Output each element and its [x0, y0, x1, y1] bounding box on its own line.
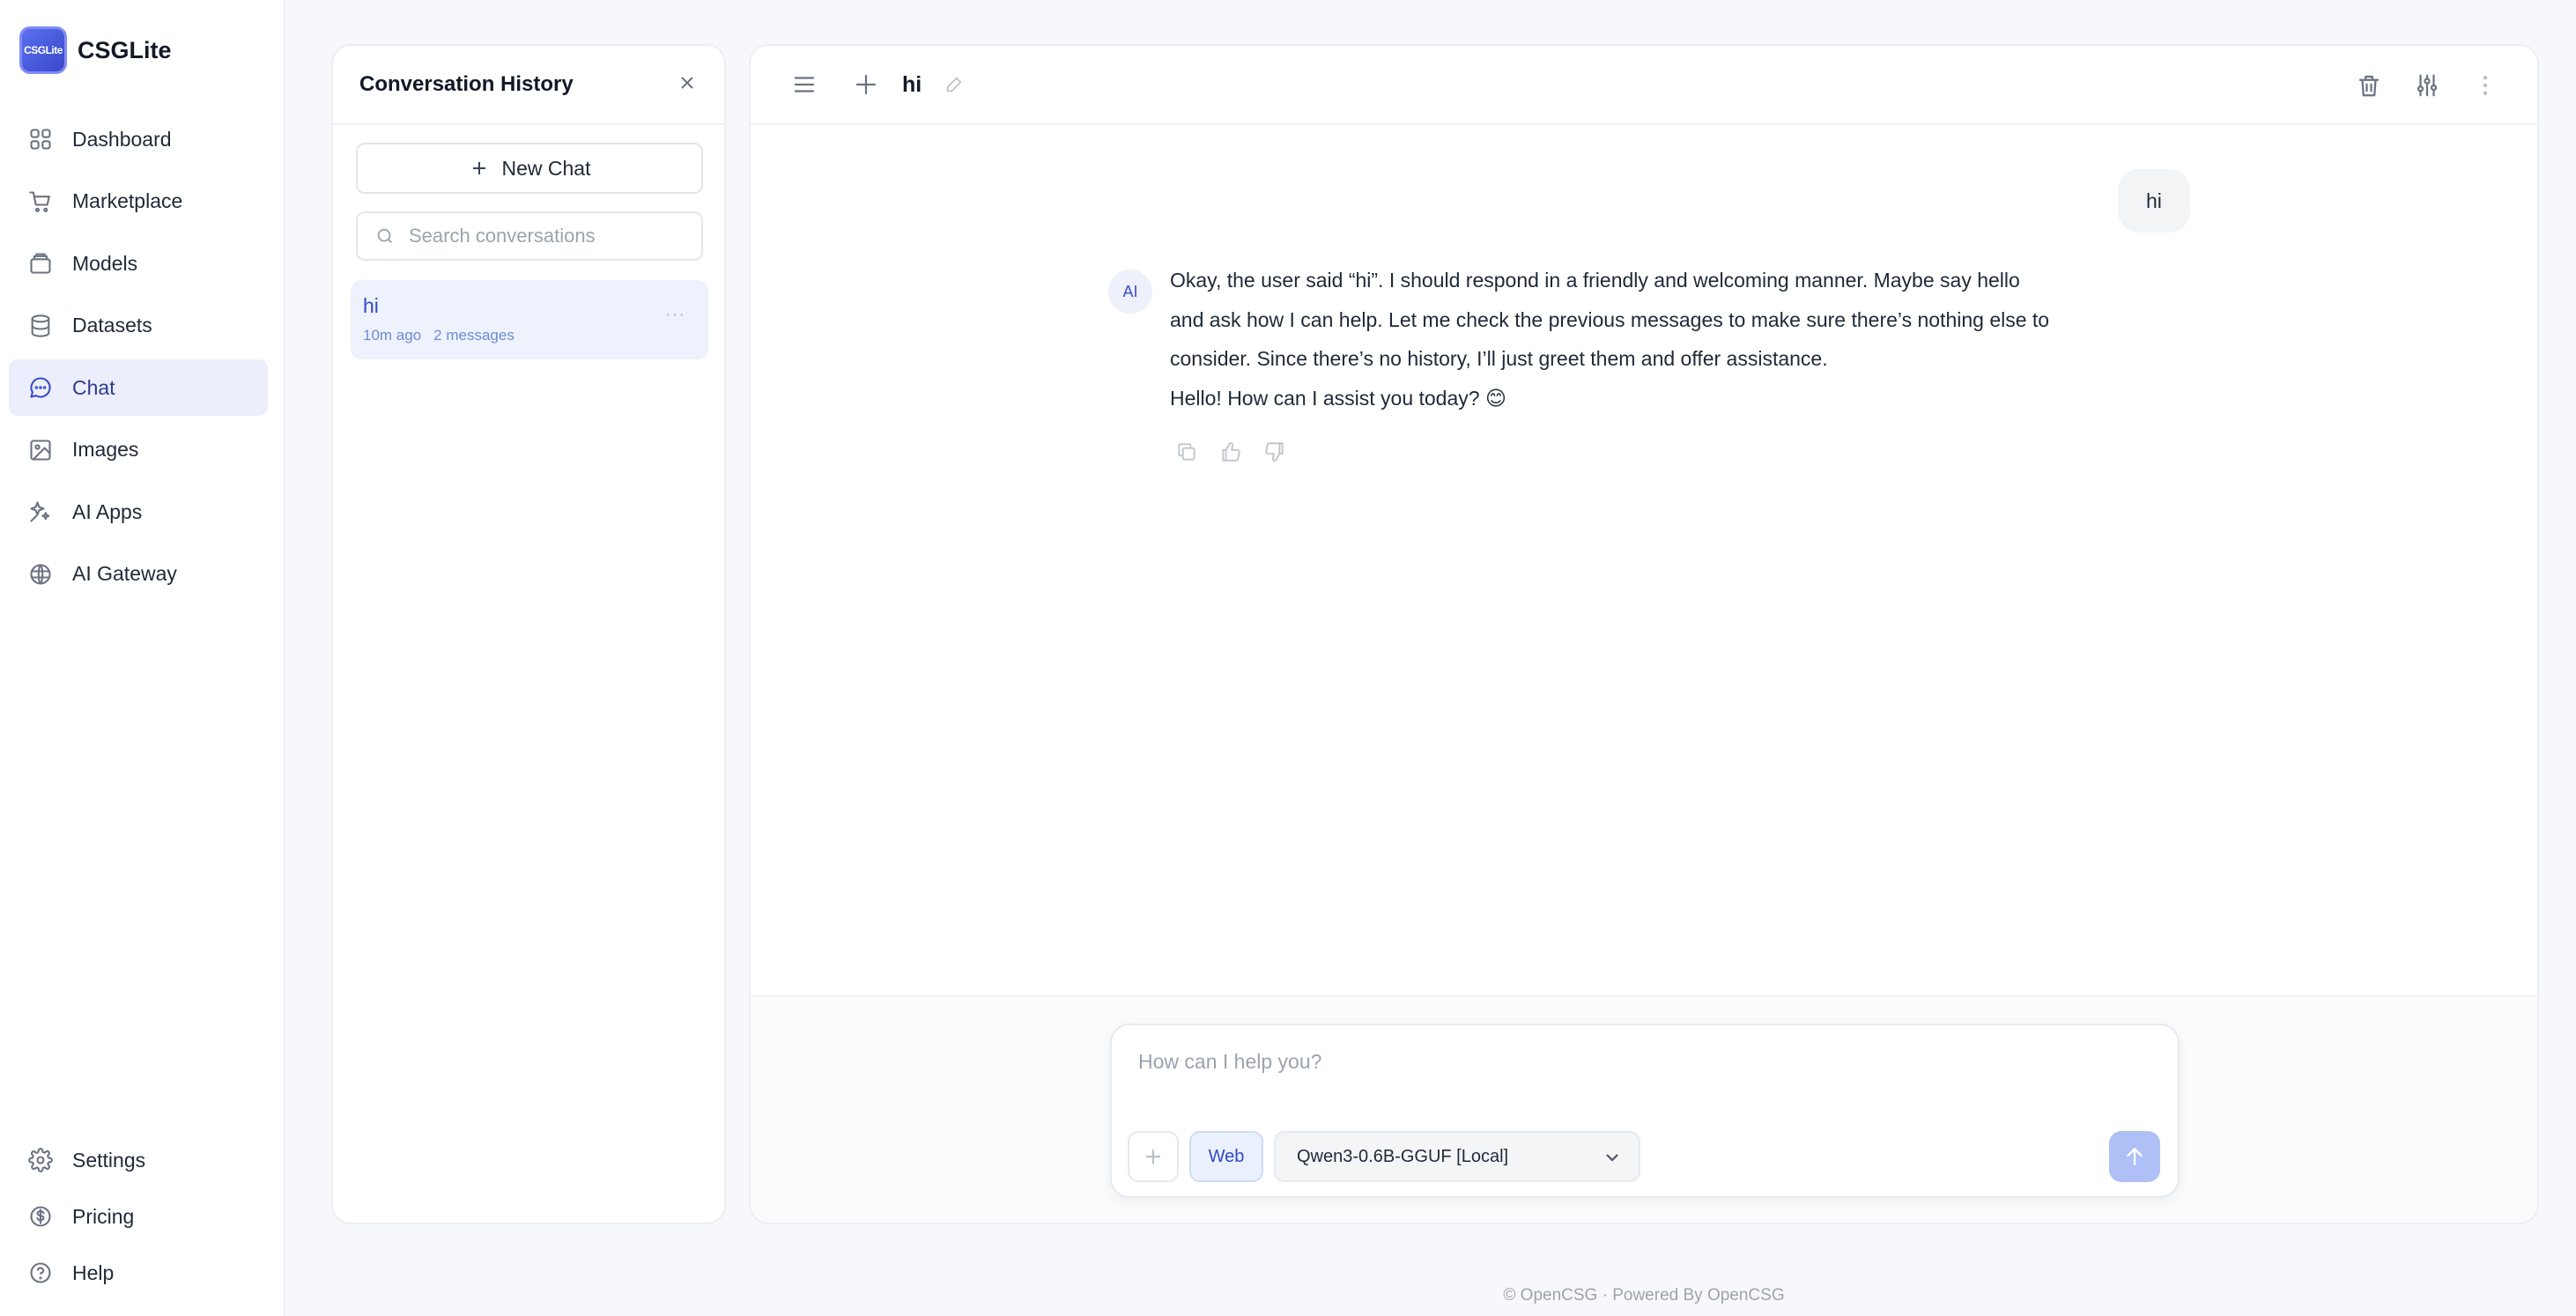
sidebar-nav: CSGLite CSGLite Dashboard Marketplace Mo…	[0, 0, 285, 1316]
history-header: Conversation History	[333, 46, 724, 125]
message-input[interactable]	[1138, 1050, 2143, 1085]
search-icon	[377, 228, 392, 243]
nav-item-dashboard[interactable]: Dashboard	[9, 111, 268, 167]
conversation-title: hi	[363, 294, 379, 317]
image-icon	[30, 439, 51, 461]
nav-bottom: Settings Pricing Help	[9, 1135, 268, 1304]
dollar-icon	[30, 1206, 51, 1227]
nav-item-settings[interactable]: Settings	[9, 1135, 268, 1186]
help-icon	[30, 1262, 51, 1283]
nav-item-ai-gateway[interactable]: AI Gateway	[9, 546, 268, 603]
new-chat-icon[interactable]	[853, 71, 879, 98]
chat-title: hi	[902, 71, 922, 97]
chevron-down-icon	[1606, 1154, 1618, 1162]
nav-item-models[interactable]: Models	[9, 235, 268, 292]
ai-avatar: AI	[1108, 270, 1152, 314]
nav-item-chat[interactable]: Chat	[9, 359, 268, 416]
nav-list: Dashboard Marketplace Models Datasets Ch…	[9, 111, 268, 608]
message-actions	[1175, 440, 1307, 463]
cart-icon	[29, 190, 50, 212]
gear-icon	[28, 1148, 53, 1172]
conversation-item[interactable]: hi 10m ago 2 messages ···	[351, 280, 708, 359]
nav-label: Marketplace	[72, 189, 183, 212]
edit-title-icon[interactable]	[944, 75, 964, 94]
nav-item-marketplace[interactable]: Marketplace	[9, 174, 268, 230]
dashboard-icon	[30, 129, 51, 150]
nav-label: Settings	[72, 1148, 146, 1172]
ai-thinking-text: Okay, the user said “hi”. I should respo…	[1170, 269, 2050, 370]
nav-label: Images	[72, 438, 139, 461]
nav-label: Pricing	[72, 1204, 135, 1228]
thumbs-up-icon[interactable]	[1219, 440, 1242, 463]
ai-message: Okay, the user said “hi”. I should respo…	[1170, 261, 2051, 418]
conversation-history-panel: Conversation History New Chat hi 10m ago…	[331, 44, 726, 1224]
sparkles-icon	[30, 501, 50, 522]
message-composer: Web Qwen3-0.6B-GGUF [Local]	[1110, 1024, 2180, 1198]
copy-icon[interactable]	[1175, 440, 1198, 463]
new-chat-label: New Chat	[501, 156, 591, 180]
chat-header-actions	[2324, 46, 2498, 125]
nav-label: Help	[72, 1261, 115, 1284]
nav-item-help[interactable]: Help	[9, 1247, 268, 1298]
arrow-up-icon	[2127, 1148, 2143, 1165]
thumbs-down-icon[interactable]	[1263, 440, 1286, 463]
web-search-toggle[interactable]: Web	[1189, 1131, 1263, 1182]
app-logo: CSGLite	[19, 26, 67, 74]
nav-item-images[interactable]: Images	[9, 422, 268, 478]
nav-label: AI Apps	[72, 499, 143, 523]
nav-item-datasets[interactable]: Datasets	[9, 298, 268, 354]
ai-reply-text: Hello! How can I assist you today? 😊	[1170, 386, 1506, 410]
more-vertical-icon[interactable]	[2472, 72, 2498, 99]
close-history-button[interactable]	[677, 72, 698, 98]
menu-icon[interactable]	[791, 71, 818, 98]
nav-label: AI Gateway	[72, 562, 177, 585]
new-chat-button[interactable]: New Chat	[356, 143, 703, 194]
attach-button[interactable]	[1128, 1131, 1179, 1182]
history-title: Conversation History	[359, 72, 574, 96]
trash-icon[interactable]	[2356, 72, 2382, 99]
gateway-icon	[30, 563, 51, 585]
conversation-count: 2 messages	[433, 327, 514, 344]
send-button[interactable]	[2109, 1131, 2160, 1182]
search-input[interactable]	[409, 225, 700, 248]
nav-item-ai-apps[interactable]: AI Apps	[9, 484, 268, 540]
chat-panel: hi hi AI Okay, the user said “hi”. I sho…	[749, 44, 2539, 1224]
models-icon	[30, 253, 51, 274]
nav-label: Models	[72, 251, 138, 275]
brand[interactable]: CSGLite CSGLite	[19, 26, 172, 74]
close-icon	[681, 76, 693, 89]
nav-item-pricing[interactable]: Pricing	[9, 1191, 268, 1242]
chat-header: hi	[751, 46, 2537, 125]
sliders-icon[interactable]	[2414, 72, 2440, 99]
search-box	[356, 211, 703, 261]
plus-icon	[1146, 1150, 1160, 1164]
more-icon[interactable]: ···	[665, 305, 685, 325]
user-message: hi	[2118, 169, 2190, 233]
chat-icon	[30, 377, 51, 398]
app-name: CSGLite	[78, 36, 172, 63]
footer: © OpenCSG · Powered By OpenCSG	[1503, 1286, 1785, 1305]
database-icon	[31, 314, 50, 337]
model-select[interactable]: Qwen3-0.6B-GGUF [Local]	[1274, 1131, 1640, 1182]
conversation-meta: 10m ago 2 messages	[363, 327, 694, 344]
nav-label: Dashboard	[72, 127, 172, 151]
plus-icon	[472, 162, 485, 174]
nav-label: Datasets	[72, 314, 152, 336]
conversation-time: 10m ago	[363, 327, 422, 344]
model-select-value: Qwen3-0.6B-GGUF [Local]	[1297, 1146, 1509, 1166]
nav-label: Chat	[72, 375, 115, 399]
